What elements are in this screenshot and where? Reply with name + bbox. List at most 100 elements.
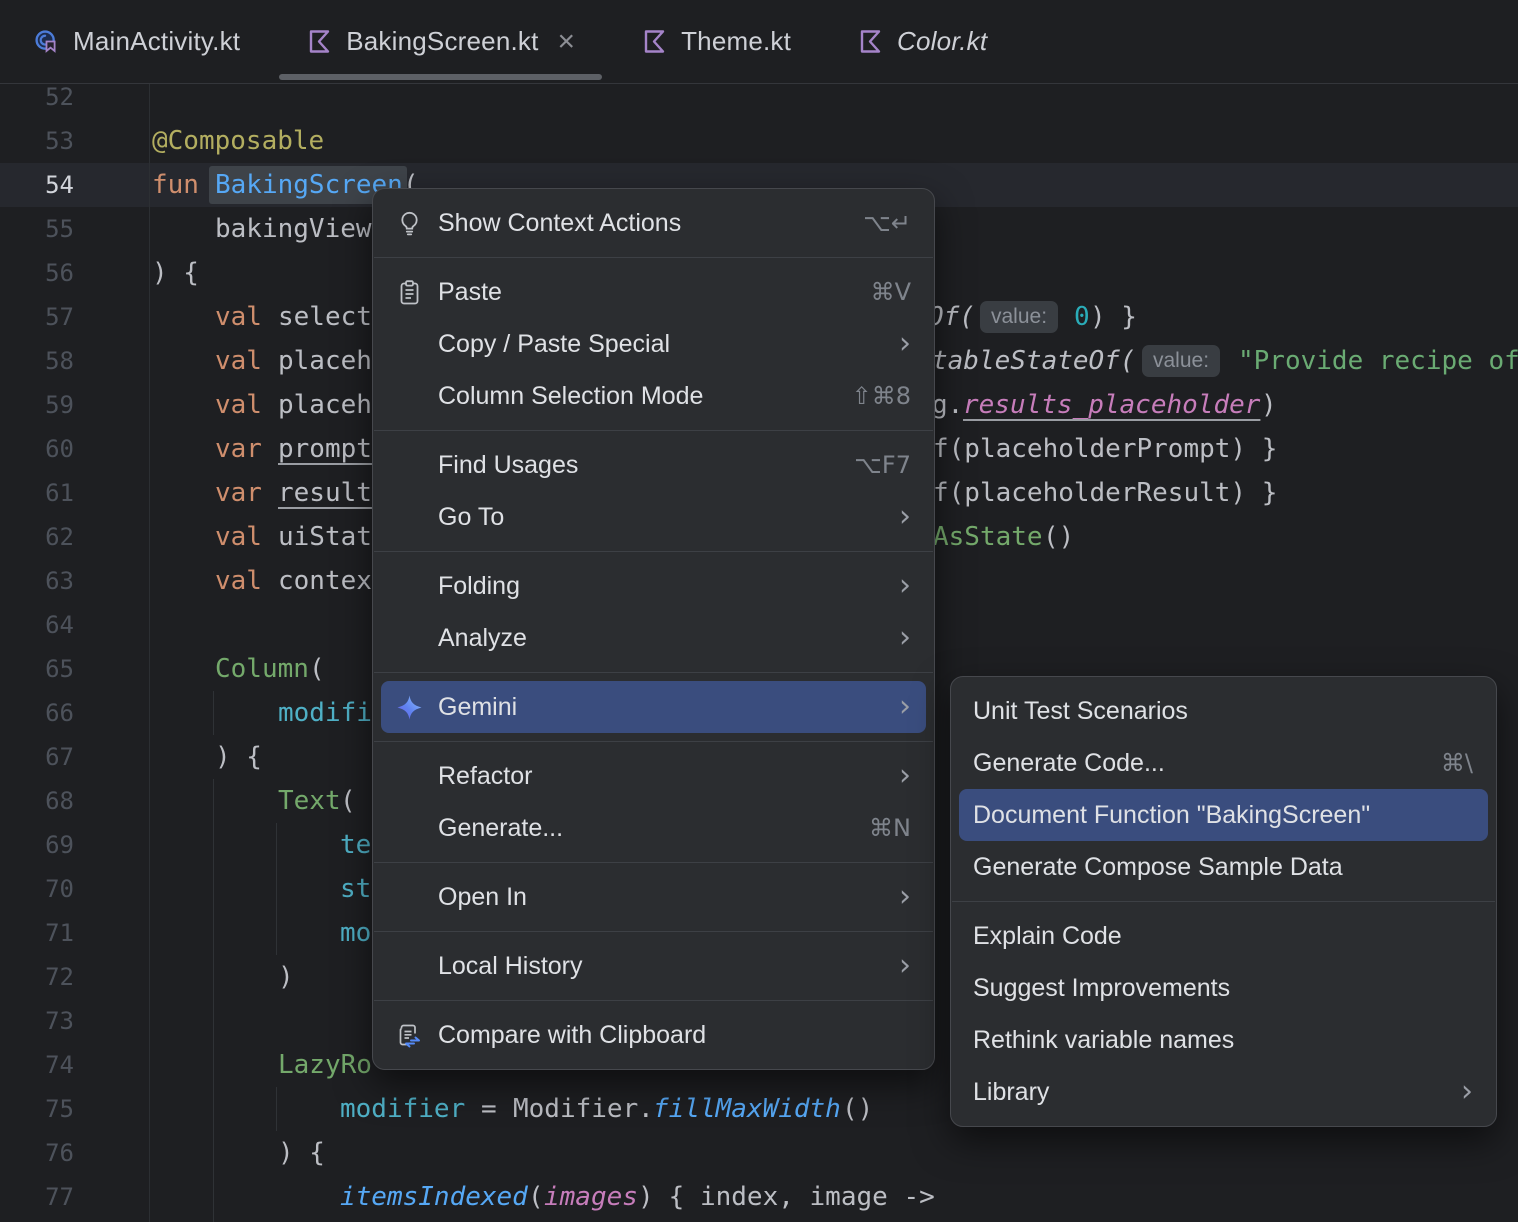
- line-number: 64: [45, 611, 74, 639]
- menu-item-generate-compose-sample-data[interactable]: Generate Compose Sample Data: [959, 841, 1488, 893]
- inlay-hint: value:: [1142, 345, 1221, 377]
- tab-color-kt[interactable]: Color.kt: [824, 0, 1020, 83]
- inlay-hint: value:: [980, 301, 1059, 333]
- code-token: modifier: [340, 1094, 466, 1124]
- menu-item-refactor[interactable]: Refactor ›: [381, 750, 926, 802]
- submenu-arrow-icon: ›: [899, 689, 911, 724]
- code-token: =: [481, 1094, 497, 1124]
- tab-theme-kt[interactable]: Theme.kt: [608, 0, 824, 83]
- line-number: 61: [45, 479, 74, 507]
- code-token: f(placeholderPrompt) }: [933, 434, 1278, 464]
- menu-item-rethink-variable-names[interactable]: Rethink variable names: [959, 1014, 1488, 1066]
- code-token: ): [1261, 390, 1277, 420]
- tab-label: MainActivity.kt: [73, 26, 241, 56]
- menu-item-suggest-improvements[interactable]: Suggest Improvements: [959, 962, 1488, 1014]
- tab-mainactivity-kt[interactable]: MainActivity.kt: [0, 0, 273, 83]
- menu-item-library[interactable]: Library ›: [959, 1066, 1488, 1118]
- tab-close-icon[interactable]: ×: [558, 26, 576, 57]
- menu-item-label: Document Function "BakingScreen": [973, 800, 1371, 829]
- code-token: val: [215, 566, 262, 596]
- code-token: result: [278, 478, 372, 508]
- menu-item-label: Column Selection Mode: [438, 381, 704, 410]
- tab-label: BakingScreen.kt: [346, 26, 539, 56]
- tab-bakingscreen-kt[interactable]: BakingScreen.kt ×: [273, 0, 608, 83]
- editor-context-menu: Show Context Actions ⌥↵ Paste ⌘V Copy / Past…: [372, 188, 935, 1070]
- menu-item-explain-code[interactable]: Explain Code: [959, 910, 1488, 962]
- menu-item-label: Unit Test Scenarios: [973, 696, 1188, 725]
- code-token: g.: [932, 390, 964, 420]
- line-number: 63: [45, 567, 74, 595]
- submenu-arrow-icon: ›: [899, 758, 911, 793]
- line-number: 56: [45, 259, 74, 287]
- line-number: 59: [45, 391, 74, 419]
- menu-item-label: Folding: [438, 571, 520, 600]
- menu-item-label: Gemini: [438, 692, 518, 721]
- code-token: ) {: [152, 258, 199, 288]
- menu-separator: [374, 1000, 933, 1001]
- code-token: "Provide recipe of: [1238, 346, 1518, 376]
- code-line-53[interactable]: 53 @Composable: [0, 119, 1518, 163]
- code-token: tableStateOf(: [932, 346, 1136, 376]
- menu-item-folding[interactable]: Folding ›: [381, 560, 926, 612]
- code-token: itemsIndexed: [340, 1182, 528, 1212]
- line-number: 57: [45, 303, 74, 331]
- menu-item-open-in[interactable]: Open In ›: [381, 871, 926, 923]
- line-number: 70: [45, 875, 74, 903]
- code-token: select: [278, 302, 372, 332]
- tab-label: Theme.kt: [681, 26, 792, 56]
- menu-item-document-function-bakingscreen[interactable]: Document Function "BakingScreen": [959, 789, 1488, 841]
- menu-item-show-context-actions[interactable]: Show Context Actions ⌥↵: [381, 197, 926, 249]
- line-number: 68: [45, 787, 74, 815]
- code-token: contex: [278, 566, 372, 596]
- code-token: Of(: [928, 302, 975, 332]
- line-number: 73: [45, 1007, 74, 1035]
- menu-item-label: Show Context Actions: [438, 208, 682, 237]
- menu-item-analyze[interactable]: Analyze ›: [381, 612, 926, 664]
- submenu-arrow-icon: ›: [899, 568, 911, 603]
- menu-item-label: Analyze: [438, 623, 527, 652]
- menu-item-label: Suggest Improvements: [973, 973, 1231, 1002]
- menu-item-copy-paste-special[interactable]: Copy / Paste Special ›: [381, 318, 926, 370]
- menu-item-shortcut: ⌥↵: [863, 209, 911, 237]
- menu-item-local-history[interactable]: Local History ›: [381, 940, 926, 992]
- paste-icon: [396, 279, 423, 306]
- menu-item-label: Generate...: [438, 813, 564, 842]
- code-token: 0: [1074, 302, 1090, 332]
- code-token: val: [215, 522, 262, 552]
- menu-item-generate[interactable]: Generate... ⌘N: [381, 802, 926, 854]
- code-token: uiStat: [278, 522, 372, 552]
- menu-item-shortcut: ⇧⌘8: [851, 382, 911, 410]
- menu-item-shortcut: ⌘V: [870, 278, 911, 306]
- line-number: 77: [45, 1183, 74, 1211]
- menu-item-paste[interactable]: Paste ⌘V: [381, 266, 926, 318]
- gemini-submenu: Unit Test Scenarios Generate Code... ⌘\ Doc…: [950, 676, 1497, 1127]
- code-line-76[interactable]: 76) {: [0, 1131, 1518, 1175]
- menu-separator: [374, 741, 933, 742]
- line-number: 75: [45, 1095, 74, 1123]
- line-number: 76: [45, 1139, 74, 1167]
- menu-item-compare-with-clipboard[interactable]: Compare with Clipboard: [381, 1009, 926, 1061]
- menu-item-find-usages[interactable]: Find Usages ⌥F7: [381, 439, 926, 491]
- line-number: 71: [45, 919, 74, 947]
- menu-item-gemini[interactable]: Gemini ›: [381, 681, 926, 733]
- menu-item-shortcut: ⌥F7: [854, 451, 911, 479]
- code-token: AsState: [933, 522, 1043, 552]
- code-token: (): [842, 1094, 874, 1124]
- menu-item-go-to[interactable]: Go To ›: [381, 491, 926, 543]
- code-token: Modifier: [513, 1094, 639, 1124]
- submenu-arrow-icon: ›: [1461, 1074, 1473, 1109]
- menu-item-label: Refactor: [438, 761, 533, 790]
- menu-item-column-selection-mode[interactable]: Column Selection Mode ⇧⌘8: [381, 370, 926, 422]
- menu-item-unit-test-scenarios[interactable]: Unit Test Scenarios: [959, 685, 1488, 737]
- code-token: te: [340, 830, 372, 860]
- menu-separator: [374, 862, 933, 863]
- line-number: 54: [45, 171, 74, 199]
- code-token: { index, image ->: [653, 1182, 935, 1212]
- code-line-77[interactable]: 77 itemsIndexed(images) { index, image ->: [0, 1175, 1518, 1219]
- line-number: 66: [45, 699, 74, 727]
- menu-separator: [952, 901, 1495, 902]
- menu-item-generate-code[interactable]: Generate Code... ⌘\: [959, 737, 1488, 789]
- code-token: var: [215, 434, 262, 464]
- menu-item-label: Find Usages: [438, 450, 579, 479]
- submenu-arrow-icon: ›: [899, 879, 911, 914]
